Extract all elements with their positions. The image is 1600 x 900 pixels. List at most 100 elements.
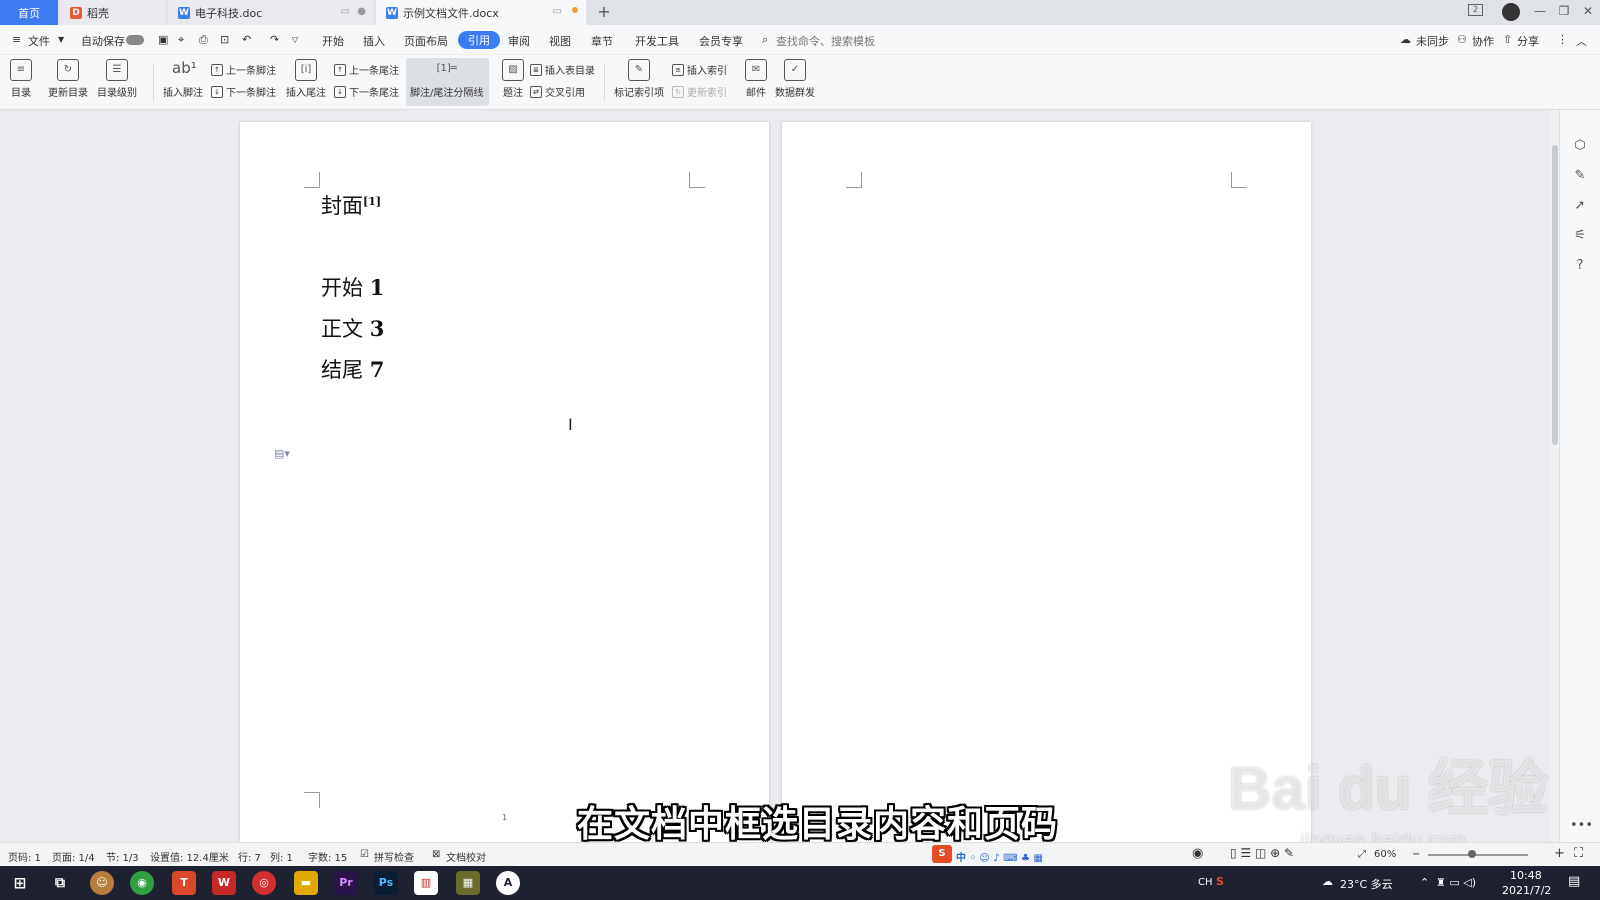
status-page-code[interactable]: 页码: 1 [8, 849, 41, 864]
zoom-in-icon[interactable]: + [1554, 846, 1565, 861]
collapse-ribbon-icon[interactable]: ︿ [1576, 33, 1587, 49]
fullscreen-icon[interactable]: ⛶ [1574, 846, 1583, 861]
tab-daoke[interactable]: D 稻壳 [60, 0, 166, 25]
image-viewer-icon[interactable]: ▥ [414, 871, 438, 895]
app-a-icon[interactable]: A [496, 871, 520, 895]
redo-icon[interactable]: ↷ [270, 33, 279, 46]
zoom-fit-icon[interactable]: ⤢ [1358, 849, 1366, 860]
tray-icons[interactable]: ♜ ▭ ◁) [1436, 876, 1476, 889]
status-page-count[interactable]: 页面: 1/4 [52, 849, 95, 864]
restore-icon[interactable]: ❐ [1556, 4, 1572, 18]
sync-status[interactable]: 未同步 [1416, 33, 1449, 49]
format-painter-icon[interactable]: ⌖ [178, 33, 184, 47]
print-icon[interactable]: ⎙ [199, 33, 208, 47]
undo-icon[interactable]: ↶ [242, 33, 251, 46]
proofread-button[interactable]: 文档校对 [446, 849, 486, 864]
menu-chapter[interactable]: 章节 [591, 33, 613, 49]
next-footnote-button[interactable]: ↓ 下一条脚注 [211, 84, 276, 99]
mass-mail-button[interactable]: ✓ 数据群发 [775, 59, 815, 99]
insert-footnote-button[interactable]: ab¹ 插入脚注 [163, 59, 203, 99]
command-search[interactable]: 查找命令、搜索模板 [776, 33, 875, 49]
toolbox-icon[interactable]: T [172, 871, 196, 895]
save-icon[interactable]: ▣ [158, 33, 168, 46]
collab-button[interactable]: 协作 [1472, 33, 1494, 49]
zoom-slider[interactable] [1428, 854, 1528, 856]
toc-entry[interactable]: 开始 1 [321, 272, 384, 302]
menu-start[interactable]: 开始 [322, 33, 344, 49]
ime-toolbar[interactable]: 中 ◦ ☺ ♪ ⌨ ♣ ▦ [956, 849, 1043, 864]
prev-footnote-button[interactable]: ↑ 上一条脚注 [211, 62, 276, 77]
tray-chevron-icon[interactable]: ⌃ [1420, 876, 1429, 889]
settings-sliders-icon[interactable]: ⚟ [1570, 226, 1590, 246]
cross-ref-button[interactable]: ⇄ 交叉引用 [530, 84, 585, 99]
hamburger-icon[interactable]: ≡ [12, 33, 21, 46]
weather-text[interactable]: 23°C 多云 [1340, 876, 1393, 892]
search-icon[interactable]: ⌕ [762, 33, 768, 47]
menu-view[interactable]: 视图 [549, 33, 571, 49]
tab-doc2[interactable]: W 示例文档文件.docx ▭ [376, 0, 586, 25]
sogou-ime-icon[interactable]: S [932, 845, 952, 863]
tab-pin-icon[interactable]: ▭ [553, 6, 562, 17]
update-toc-button[interactable]: ↻ 更新目录 [48, 59, 88, 99]
photoshop-icon[interactable]: Ps [374, 871, 398, 895]
select-icon[interactable]: ➚ [1570, 196, 1590, 216]
toc-level-button[interactable]: ☰ 目录级别 [97, 59, 137, 99]
clock-time[interactable]: 10:48 [1510, 869, 1542, 882]
zoom-slider-handle[interactable] [1468, 850, 1476, 858]
toc-entry[interactable]: 正文 3 [321, 313, 384, 343]
notification-icon[interactable]: ▤ [1568, 874, 1580, 889]
window-badge[interactable]: 2 [1468, 4, 1483, 16]
menu-member[interactable]: 会员专享 [699, 33, 743, 49]
menu-layout[interactable]: 页面布局 [404, 33, 448, 49]
tab-home[interactable]: 首页 [0, 0, 58, 25]
insert-table-toc-button[interactable]: ≣ 插入表目录 [530, 62, 595, 77]
status-word-count[interactable]: 字数: 15 [308, 849, 347, 864]
mail-button[interactable]: ✉ 邮件 [745, 59, 767, 99]
document-area[interactable]: 封面[1] 开始 1 正文 3 结尾 7 1 2 [0, 110, 1551, 842]
chevron-down-icon[interactable]: ▼ [58, 35, 64, 44]
wps-icon[interactable]: W [212, 871, 236, 895]
windows-start-icon[interactable]: ⊞ [8, 871, 32, 895]
more-icon[interactable]: ⋮ [1557, 33, 1568, 46]
zoom-out-icon[interactable]: − [1412, 849, 1420, 860]
toc-entry[interactable]: 结尾 7 [321, 354, 384, 384]
pen-icon[interactable]: ✎ [1570, 166, 1590, 186]
minimize-icon[interactable]: — [1532, 4, 1548, 18]
view-modes-icon[interactable]: ▯ ☰ ◫ ⊕ ✎ [1230, 846, 1294, 860]
avatar[interactable] [1502, 3, 1520, 21]
autosave-toggle[interactable] [126, 35, 144, 45]
task-view-icon[interactable]: ⧉ [48, 871, 72, 895]
menu-insert[interactable]: 插入 [363, 33, 385, 49]
tab-close-icon[interactable]: ● [357, 6, 366, 17]
menu-file[interactable]: 文件 [28, 33, 50, 49]
menu-review[interactable]: 审阅 [508, 33, 530, 49]
scrollbar-thumb[interactable] [1552, 145, 1558, 445]
print-preview-icon[interactable]: ⊡ [220, 33, 229, 46]
sogou-tray-icon[interactable]: S [1216, 875, 1224, 888]
cover-heading[interactable]: 封面[1] [321, 190, 381, 220]
paragraph-handle-icon[interactable]: ▤▾ [274, 447, 290, 460]
share-button[interactable]: 分享 [1517, 33, 1539, 49]
tab-doc1[interactable]: W 电子科技.doc ▭ ● [168, 0, 374, 25]
prev-endnote-button[interactable]: ↑ 上一条尾注 [334, 62, 399, 77]
recorder-icon[interactable]: ▦ [456, 871, 480, 895]
status-section[interactable]: 节: 1/3 [106, 849, 139, 864]
clock-date[interactable]: 2021/7/2 [1502, 884, 1551, 897]
document-page-1[interactable]: 封面[1] 开始 1 正文 3 结尾 7 1 [240, 122, 769, 842]
caption-button[interactable]: ▨ 题注 [502, 59, 524, 99]
insert-index-button[interactable]: ≡ 插入索引 [672, 62, 727, 77]
browser-icon[interactable]: ◉ [130, 871, 154, 895]
menu-devtools[interactable]: 开发工具 [635, 33, 679, 49]
update-index-button[interactable]: ↻ 更新索引 [672, 84, 727, 99]
zoom-level[interactable]: 60% [1374, 849, 1396, 860]
app-avatar-icon[interactable]: ☺ [90, 871, 114, 895]
eye-protect-icon[interactable]: ◉ [1192, 846, 1203, 861]
toc-button[interactable]: ≡ 目录 [10, 59, 32, 99]
tab-pin-icon[interactable]: ▭ [341, 6, 350, 17]
premiere-icon[interactable]: Pr [334, 871, 358, 895]
more-dots-icon[interactable]: ••• [1570, 816, 1593, 836]
menu-references[interactable]: 引用 [458, 31, 500, 49]
netease-music-icon[interactable]: ◎ [252, 871, 276, 895]
separator-button[interactable]: [1]═ 脚注/尾注分隔线 [410, 59, 483, 99]
new-tab-icon[interactable]: + [594, 2, 614, 22]
